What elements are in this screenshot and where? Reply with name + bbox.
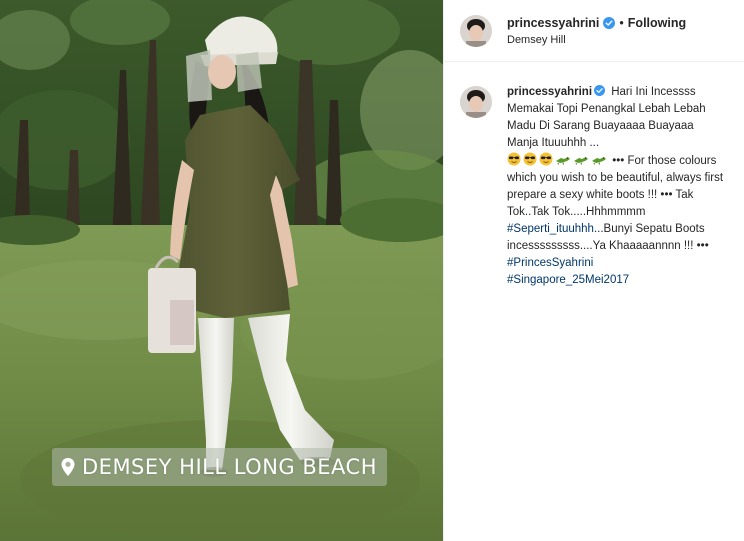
verified-badge-icon	[603, 16, 616, 29]
caption-avatar[interactable]	[460, 86, 492, 118]
caption-username-link[interactable]: princessyahrini	[507, 86, 592, 98]
caption-text: princessyahrini Hari Ini Incessss Memaka…	[507, 84, 727, 289]
location-link[interactable]: Demsey Hill	[507, 34, 686, 46]
separator-dot: •	[619, 15, 624, 30]
hashtag-link[interactable]: #PrincesSyahrini	[507, 257, 593, 269]
caption-comment: princessyahrini Hari Ini Incessss Memaka…	[444, 62, 744, 289]
crocodile-icon	[592, 157, 606, 165]
avatar-image	[460, 14, 492, 47]
avatar[interactable]	[460, 14, 492, 47]
location-sticker: DEMSEY HILL LONG BEACH	[52, 448, 387, 486]
location-pin-icon	[61, 458, 75, 476]
sunglasses-face-icon	[507, 152, 521, 166]
hashtag-link[interactable]: #Seperti_ituuhhh	[507, 223, 594, 235]
header-text: princessyahrini • Following Demsey Hill	[507, 16, 686, 46]
sunglasses-face-icon	[523, 152, 537, 166]
emoji-row	[507, 152, 612, 167]
instagram-post-view: DEMSEY HILL LONG BEACH princessyahrini •…	[0, 0, 744, 541]
username-row: princessyahrini • Following	[507, 16, 686, 30]
username-link[interactable]: princessyahrini	[507, 16, 599, 30]
verified-badge-icon	[594, 85, 606, 96]
crocodile-icon	[556, 157, 570, 165]
post-media[interactable]: DEMSEY HILL LONG BEACH	[0, 0, 443, 541]
sunglasses-face-icon	[539, 152, 553, 166]
hashtag-link[interactable]: #Singapore_25Mei2017	[507, 274, 629, 286]
crocodile-icon	[574, 157, 588, 165]
location-sticker-text: DEMSEY HILL LONG BEACH	[82, 455, 377, 479]
following-button[interactable]: Following	[628, 16, 686, 30]
avatar-image	[460, 86, 492, 118]
post-details-panel: princessyahrini • Following Demsey Hill	[443, 0, 744, 541]
post-header: princessyahrini • Following Demsey Hill	[444, 0, 744, 62]
